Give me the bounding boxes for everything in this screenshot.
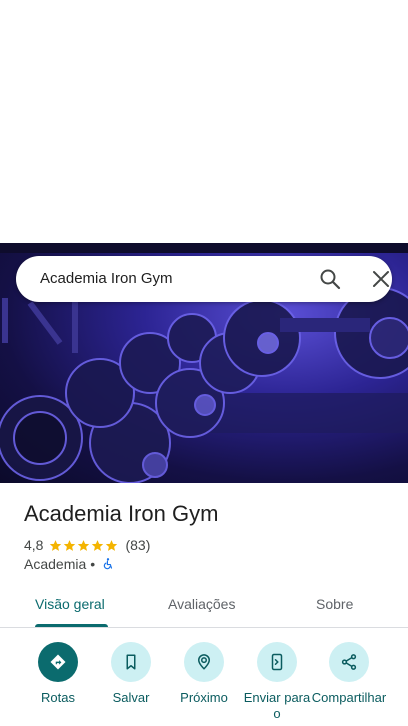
star-icon	[50, 539, 62, 551]
search-bar[interactable]: Academia Iron Gym	[16, 256, 392, 302]
save-label: Salvar	[112, 690, 150, 705]
directions-button-circle[interactable]	[38, 642, 78, 682]
star-icon	[92, 539, 104, 551]
active-tab-indicator	[35, 624, 108, 627]
share-label: Compartilhar	[311, 690, 387, 705]
nearby-icon	[197, 654, 211, 670]
directions-label: Rotas	[41, 690, 75, 705]
send-to-phone-icon	[271, 653, 283, 671]
place-category: Academia	[24, 556, 87, 572]
nearby-button-circle[interactable]	[184, 642, 224, 682]
directions-icon	[50, 654, 66, 670]
action-bar: Rotas Salvar Próximo Enviar para o Compa…	[0, 640, 408, 726]
share-icon	[341, 654, 357, 670]
rating-value: 4,8	[24, 537, 44, 553]
save-button-circle[interactable]	[111, 642, 151, 682]
rating-row[interactable]: 4,8 (83)	[24, 536, 150, 554]
place-title: Academia Iron Gym	[24, 501, 219, 526]
review-count[interactable]: (83)	[125, 537, 150, 553]
close-icon[interactable]	[369, 267, 393, 291]
star-icon	[106, 539, 118, 551]
send-to-phone-button[interactable]: Enviar para o	[239, 642, 315, 722]
save-button[interactable]: Salvar	[93, 642, 169, 706]
directions-button[interactable]: Rotas	[20, 642, 96, 706]
map-area-blank	[0, 0, 408, 243]
tab-reviews[interactable]: Avaliações	[168, 596, 235, 612]
search-input[interactable]: Academia Iron Gym	[40, 270, 173, 287]
send-to-phone-label: Enviar para o	[243, 690, 311, 721]
star-icon	[64, 539, 76, 551]
star-icon	[78, 539, 90, 551]
nearby-label: Próximo	[180, 690, 228, 705]
send-to-phone-button-circle[interactable]	[257, 642, 297, 682]
tab-overview[interactable]: Visão geral	[35, 596, 105, 612]
separator-dot: •	[90, 556, 96, 572]
tab-about[interactable]: Sobre	[316, 596, 353, 612]
place-tabs: Visão geral Avaliações Sobre	[0, 584, 408, 628]
star-rating	[49, 539, 119, 552]
bookmark-icon	[126, 654, 136, 670]
wheelchair-icon	[103, 558, 113, 570]
share-button[interactable]: Compartilhar	[311, 642, 387, 706]
category-row: Academia •	[24, 556, 115, 572]
share-button-circle[interactable]	[329, 642, 369, 682]
nearby-button[interactable]: Próximo	[166, 642, 242, 706]
search-icon[interactable]	[318, 267, 342, 291]
